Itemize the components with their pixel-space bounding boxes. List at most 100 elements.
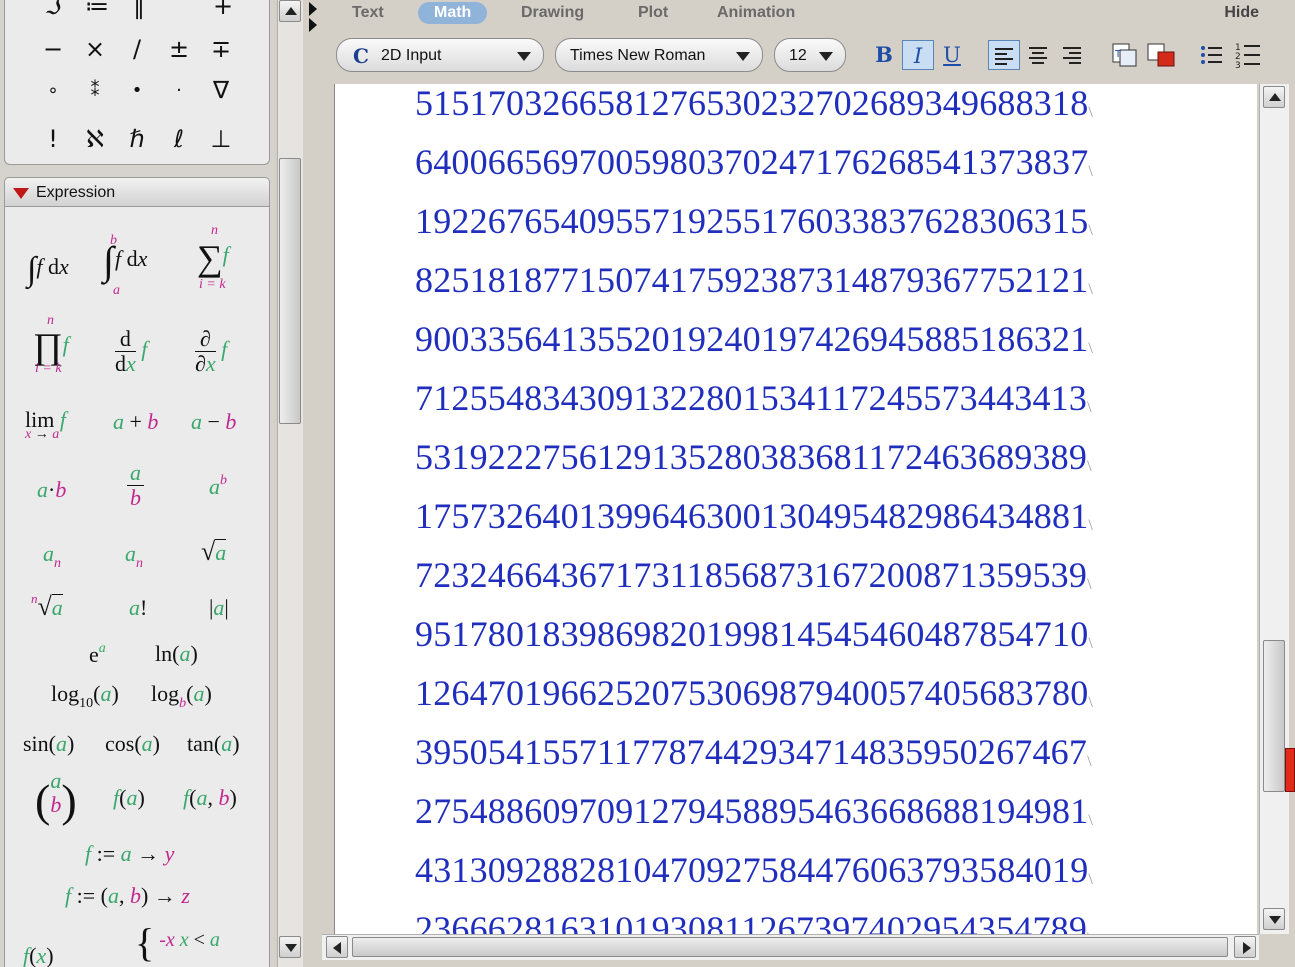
partial-derivative-template[interactable]: ∂ ∂x f <box>195 326 227 376</box>
output-digits-line: 1757326401399646300130495482986434881\ <box>415 496 1094 536</box>
function-call-2-template[interactable]: f(a, b) <box>183 785 237 811</box>
section-icon[interactable] <box>1146 42 1178 70</box>
palette-symbol[interactable]: ≔ <box>79 0 115 18</box>
square-root-template[interactable]: √a <box>201 537 227 567</box>
svg-text:T: T <box>1114 49 1122 60</box>
scroll-down-button[interactable] <box>1263 908 1285 930</box>
palette-symbol[interactable]: ℵ <box>77 127 113 151</box>
output-digits-line: 4313092882810470927584476063793584019\ <box>415 850 1094 890</box>
power-template[interactable]: ab <box>209 473 227 500</box>
panel-divider[interactable] <box>304 0 322 967</box>
function-call-template[interactable]: f(a) <box>113 785 145 811</box>
underline-button[interactable]: U <box>936 40 968 70</box>
tab-drawing[interactable]: Drawing <box>521 4 584 22</box>
math-c-icon: C <box>353 44 369 68</box>
document-horizontal-scrollbar[interactable] <box>322 934 1259 960</box>
chevron-down-icon <box>517 52 531 61</box>
logb-template[interactable]: logb(a) <box>151 681 212 712</box>
palette-symbol[interactable]: − <box>35 37 71 61</box>
definite-integral-template[interactable]: ∫bf dx a <box>103 233 147 298</box>
sine-template[interactable]: sin(a) <box>23 731 74 757</box>
chevron-down-icon <box>736 52 750 61</box>
output-digits-line: 3950541557117787442934714835950267467\ <box>415 732 1092 772</box>
palette-symbol[interactable]: ⁑ <box>77 82 113 100</box>
hide-button[interactable]: Hide <box>1224 4 1259 22</box>
align-center-button[interactable] <box>1023 40 1055 70</box>
expression-palette-title: Expression <box>36 184 116 201</box>
font-select[interactable]: Times New Roman <box>555 38 763 72</box>
document-vertical-scrollbar[interactable] <box>1259 84 1289 934</box>
function-partial-template[interactable]: f(x) <box>23 943 54 967</box>
tab-text[interactable]: Text <box>352 4 384 22</box>
palette-symbol[interactable]: • <box>119 82 155 100</box>
worksheet-document[interactable]: 5151703266581276530232702689349688318\ 6… <box>322 84 1257 934</box>
vector-template[interactable]: (a b) <box>35 768 77 827</box>
difference-template[interactable]: a − b <box>191 409 236 435</box>
palette-symbol[interactable]: ∘ <box>35 82 71 100</box>
collapse-arrow-icon[interactable] <box>309 2 317 16</box>
palette-symbol[interactable]: ℏ <box>119 127 155 151</box>
product-ab-template[interactable]: a·b <box>37 477 66 503</box>
expression-palette-header[interactable]: Expression <box>4 177 270 207</box>
tangent-template[interactable]: tan(a) <box>187 731 240 757</box>
output-digits-line: 6400665697005980370247176268541373837\ <box>415 142 1094 182</box>
palette-symbol[interactable]: ! <box>35 127 71 151</box>
scroll-thumb[interactable] <box>352 937 1228 957</box>
absolute-value-template[interactable]: |a| <box>209 595 229 621</box>
scroll-left-button[interactable] <box>326 936 348 958</box>
align-right-button[interactable] <box>1057 40 1089 70</box>
palette-symbol[interactable]: ⊥ <box>203 127 239 151</box>
font-size-select[interactable]: 12 <box>774 38 846 72</box>
tab-math[interactable]: Math <box>418 2 488 24</box>
scroll-up-button[interactable] <box>279 0 301 22</box>
limit-template[interactable]: lim fx → a <box>25 407 66 442</box>
palette-symbol[interactable]: ∥ <box>121 0 157 18</box>
exponential-template[interactable]: ea <box>89 641 106 668</box>
palette-symbol[interactable]: ± <box>161 37 197 61</box>
scroll-thumb[interactable] <box>279 158 301 424</box>
input-mode-select[interactable]: C 2D Input <box>336 38 544 72</box>
nth-root-template[interactable]: n√a <box>31 591 63 622</box>
scroll-up-button[interactable] <box>1263 86 1285 108</box>
tab-plot[interactable]: Plot <box>638 4 668 22</box>
scroll-right-button[interactable] <box>1234 936 1256 958</box>
subscript-template[interactable]: an <box>43 541 61 572</box>
tab-animation[interactable]: Animation <box>717 4 795 22</box>
sum-template[interactable]: a + b <box>113 409 158 435</box>
collapse-arrow-icon[interactable] <box>309 18 317 32</box>
maple-window: ℑ ≔ ∥ + − × / ± ∓ ∘ ⁑ • · ∇ ! ℵ ℏ ℓ ⊥ Ex… <box>0 0 1295 967</box>
function-definition-template[interactable]: f := a → y <box>85 841 174 867</box>
product-template[interactable]: n ∏f i = k <box>33 313 69 376</box>
execution-group-icon[interactable]: T <box>1110 42 1142 70</box>
palette-symbol[interactable]: ∇ <box>203 78 239 102</box>
align-left-button[interactable] <box>988 40 1020 70</box>
derivative-template[interactable]: d dx f <box>115 326 147 376</box>
scroll-thumb[interactable] <box>1263 640 1285 792</box>
factorial-template[interactable]: a! <box>129 595 147 621</box>
palette-symbol[interactable]: / <box>119 37 155 61</box>
palette-symbol[interactable]: × <box>77 37 113 61</box>
output-digits-line: 5151703266581276530232702689349688318\ <box>415 84 1094 123</box>
palette-symbol[interactable]: ℑ <box>35 0 71 18</box>
bullet-list-icon[interactable] <box>1198 42 1226 70</box>
index-template[interactable]: an <box>125 541 143 572</box>
numbered-list-icon[interactable]: 1 2 3 <box>1234 40 1264 72</box>
function-definition-2-template[interactable]: f := (a, b) → z <box>65 883 190 909</box>
collapse-triangle-icon[interactable] <box>13 188 29 199</box>
summation-template[interactable]: n ∑f i = k <box>197 223 229 292</box>
palette-symbol[interactable]: ℓ <box>161 127 197 151</box>
piecewise-template[interactable]: { -x x < a <box>135 919 220 966</box>
fraction-template[interactable]: ab <box>127 460 144 511</box>
palette-symbol[interactable]: ∓ <box>203 37 239 61</box>
palette-scrollbar[interactable] <box>277 0 303 967</box>
palette-symbol[interactable]: + <box>205 0 241 18</box>
palette-symbol[interactable]: · <box>161 82 197 100</box>
input-mode-value: 2D Input <box>381 47 442 64</box>
italic-button[interactable]: I <box>902 40 934 70</box>
natural-log-template[interactable]: ln(a) <box>155 641 198 667</box>
scroll-down-button[interactable] <box>279 936 301 958</box>
cosine-template[interactable]: cos(a) <box>105 731 160 757</box>
bold-button[interactable]: B <box>868 40 900 70</box>
log10-template[interactable]: log10(a) <box>51 681 119 712</box>
indefinite-integral-template[interactable]: ∫f dx <box>27 251 69 289</box>
